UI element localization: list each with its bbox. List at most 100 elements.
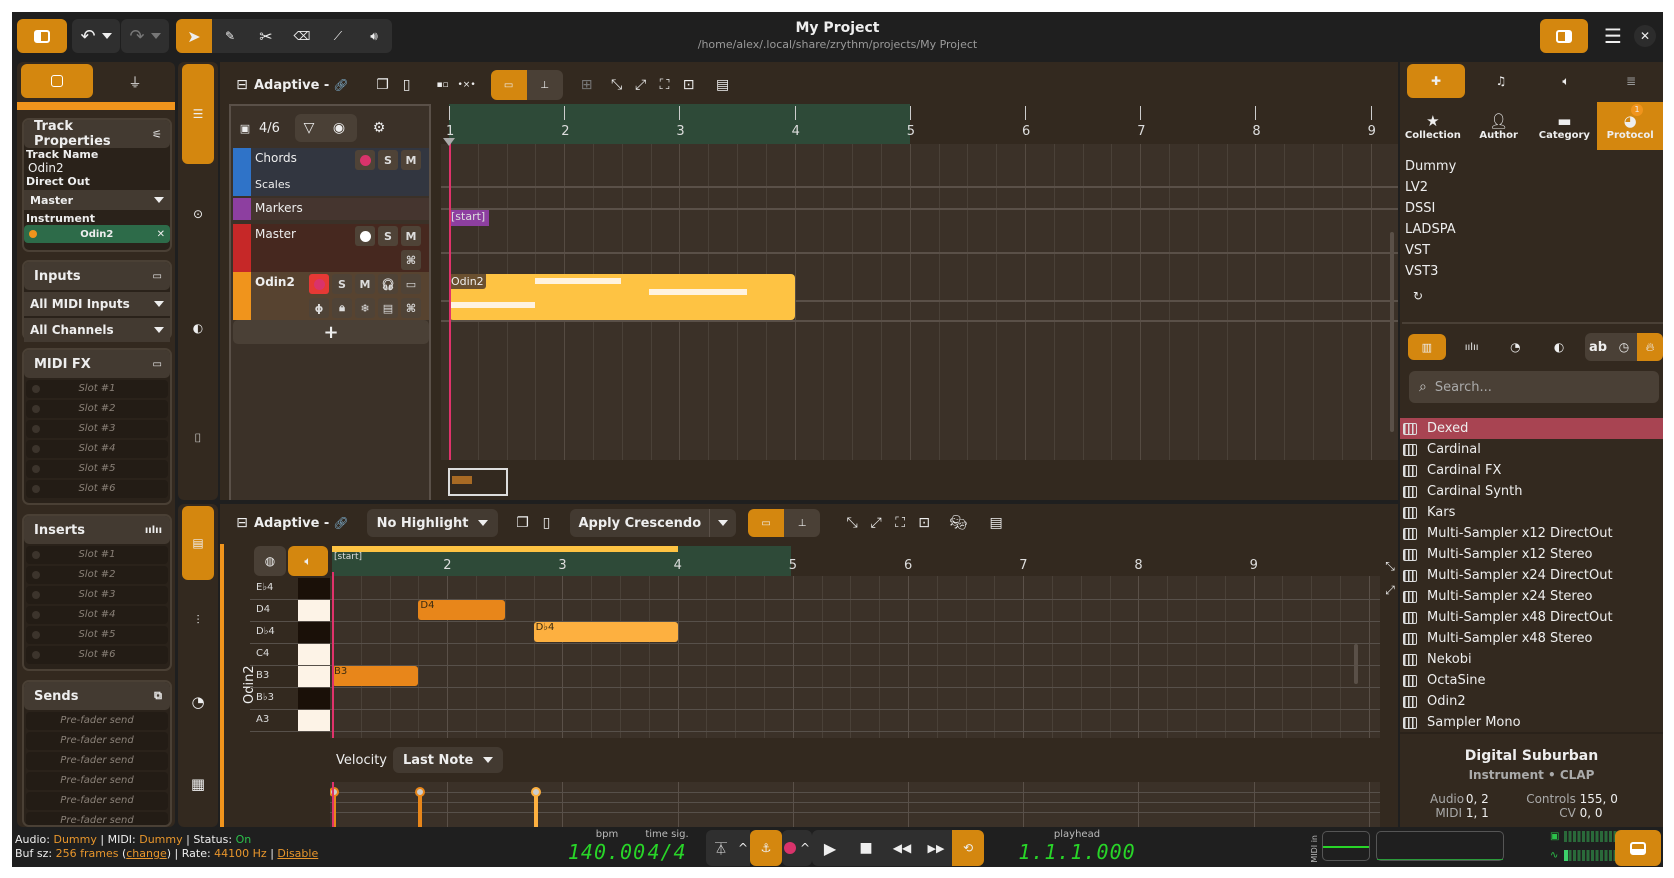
cue-marker[interactable] (443, 138, 455, 146)
piano-key[interactable]: C4 (250, 644, 330, 666)
zoom-original-icon[interactable]: ⛶ (653, 73, 677, 97)
midi-region[interactable]: Odin2 (449, 274, 795, 320)
protocol-item[interactable]: Dummy (1405, 156, 1655, 177)
slot-item[interactable]: Pre-fader send (26, 712, 168, 730)
listen-notes-button[interactable]: 🔈︎ (288, 546, 328, 576)
track-chords[interactable]: Chords Scales S M (233, 148, 429, 196)
plugin-item[interactable]: Cardinal (1400, 439, 1663, 460)
filter-effects-button[interactable]: ıılıı (1452, 334, 1492, 360)
metronome-button[interactable]: ⏄ (706, 830, 736, 866)
velocity-bar[interactable] (418, 792, 423, 827)
snap-mode-label[interactable]: Adaptive - (254, 78, 329, 93)
lanes-button[interactable]: ▤ (378, 298, 398, 318)
slot-enabled-led[interactable] (32, 465, 40, 473)
tab-mixer-ports[interactable]: ⊙ (182, 202, 214, 226)
tab-piano-roll[interactable]: ▤ (182, 506, 214, 580)
slot-enabled-led[interactable] (32, 571, 40, 579)
mute-button[interactable]: M (401, 150, 421, 170)
automation-button[interactable]: ⌘ (401, 250, 421, 270)
velocity-action-button[interactable]: Apply Crescendo (570, 509, 737, 537)
link-icon[interactable]: 🔗︎ (333, 78, 348, 92)
properties-icon[interactable]: ⚟ (152, 128, 162, 141)
slot-item[interactable]: Slot #4 (26, 606, 168, 624)
sort-recent-button[interactable]: ◷ (1611, 333, 1637, 361)
snap-mode-label[interactable]: Adaptive - (254, 516, 329, 531)
snap-to-events-button[interactable]: ⊥ (784, 509, 821, 537)
slot-item[interactable]: Slot #5 (26, 460, 168, 478)
slot-enabled-led[interactable] (32, 485, 40, 493)
minimap-viewport[interactable] (448, 468, 508, 496)
solo-button[interactable]: S (378, 226, 398, 246)
filter-tab-author[interactable]: 👤︎ Author (1466, 102, 1532, 150)
plugin-item[interactable]: Odin2 (1400, 691, 1663, 712)
plugin-item[interactable]: Multi-Sampler x12 Stereo (1400, 544, 1663, 565)
metronome-options-button[interactable]: ^ (736, 830, 750, 866)
record-arm-button[interactable] (309, 274, 329, 294)
track-odin2[interactable]: Odin2 S M 🎧︎ ▭ ϕ 🔒︎ ❄ ▤ ⌘ (233, 272, 429, 320)
tab-modulators[interactable]: ◔ (182, 690, 214, 714)
midi-note[interactable]: D♭4 (533, 622, 678, 642)
piano-key[interactable]: E♭4 (250, 578, 330, 600)
snap-to-grid-button[interactable]: ▭ (748, 509, 785, 537)
phase-invert-button[interactable]: ϕ (309, 298, 329, 318)
plugin-item[interactable]: Multi-Sampler x12 DirectOut (1400, 523, 1663, 544)
zoom-out-icon[interactable]: ⤢ (629, 73, 653, 97)
velocity-bar[interactable] (533, 792, 538, 827)
stop-button[interactable]: ■ (848, 830, 884, 866)
direct-out-dropdown[interactable]: Master (24, 190, 170, 210)
slot-item[interactable]: Pre-fader send (26, 752, 168, 770)
arranger[interactable]: 1 2 3 4 5 6 7 8 9 [start] Odin2 (441, 104, 1398, 460)
slot-item[interactable]: Slot #6 (26, 646, 168, 664)
slot-enabled-led[interactable] (32, 591, 40, 599)
track-markers[interactable]: Markers (233, 198, 429, 220)
instrument-enabled-led[interactable] (29, 230, 37, 238)
snap-to-grid-button[interactable]: ▭ (490, 70, 527, 100)
track-master[interactable]: Master S M ⌘ (233, 224, 429, 272)
main-menu-button[interactable]: ☰ (1598, 21, 1628, 51)
slot-item[interactable]: Slot #5 (26, 626, 168, 644)
record-button[interactable] (782, 830, 798, 866)
drum-view-button[interactable]: ◍ (254, 546, 286, 576)
filter-instruments-button[interactable]: ▥ (1408, 334, 1446, 360)
plugin-item[interactable]: Dexed (1400, 418, 1663, 439)
slot-item[interactable]: Pre-fader send (26, 812, 168, 825)
time-signature-display[interactable]: time sig. 4/4 (632, 829, 702, 864)
filter-tab-collection[interactable]: ★ Collection (1400, 102, 1466, 150)
piano-roll-scrollbar[interactable] (1354, 644, 1358, 684)
play-button[interactable]: ▶ (812, 830, 848, 866)
piano-roll-grid[interactable]: [start] 2 3 4 5 6 7 8 9 D4 D♭4 B3 (330, 546, 1380, 738)
solo-button[interactable]: S (378, 150, 398, 170)
midi-note[interactable]: D4 (418, 600, 505, 620)
split-icon[interactable]: •×• (455, 73, 479, 97)
zoom-out-icon[interactable]: ⤢ (864, 511, 888, 535)
change-buffer-link[interactable]: change (126, 847, 166, 860)
slot-enabled-led[interactable] (32, 385, 40, 393)
stretch-icon[interactable]: ▯ (395, 73, 419, 97)
velocity-mode-dropdown[interactable]: Last Note (393, 747, 504, 773)
piano-key[interactable]: D♭4 (250, 622, 330, 644)
slot-item[interactable]: Slot #4 (26, 440, 168, 458)
add-track-button[interactable]: + (233, 320, 429, 344)
marker-start[interactable]: [start] (449, 210, 489, 226)
plugin-item[interactable]: Cardinal FX (1400, 460, 1663, 481)
highlight-dropdown[interactable]: No Highlight (366, 509, 499, 537)
plugin-item[interactable]: Multi-Sampler x48 Stereo (1400, 628, 1663, 649)
timeline-scrollbar[interactable] (1390, 232, 1394, 432)
slot-enabled-led[interactable] (32, 551, 40, 559)
reset-filter-button[interactable]: ↻ (1408, 286, 1428, 306)
zoom-in-icon[interactable]: ⤡ (840, 511, 864, 535)
instrument-bypass-icon[interactable]: ✕ (157, 229, 165, 240)
slot-enabled-led[interactable] (32, 405, 40, 413)
tab-chord-presets[interactable]: ≣ (1602, 64, 1660, 98)
filter-tab-protocol[interactable]: ◕ Protocol 1 (1597, 102, 1663, 150)
filter-midi-button[interactable]: ◐ (1539, 334, 1579, 360)
slot-item[interactable]: Slot #1 (26, 546, 168, 564)
protocol-item[interactable]: VST3 (1405, 261, 1655, 282)
slot-enabled-led[interactable] (32, 631, 40, 639)
slot-enabled-led[interactable] (32, 445, 40, 453)
event-viewer-icon[interactable]: ▤ (984, 511, 1008, 535)
listen-button[interactable]: 🎧︎ (378, 274, 398, 294)
duplicate-icon[interactable]: ❐ (510, 511, 534, 535)
slot-item[interactable]: Slot #2 (26, 566, 168, 584)
slot-item[interactable]: Slot #6 (26, 480, 168, 498)
